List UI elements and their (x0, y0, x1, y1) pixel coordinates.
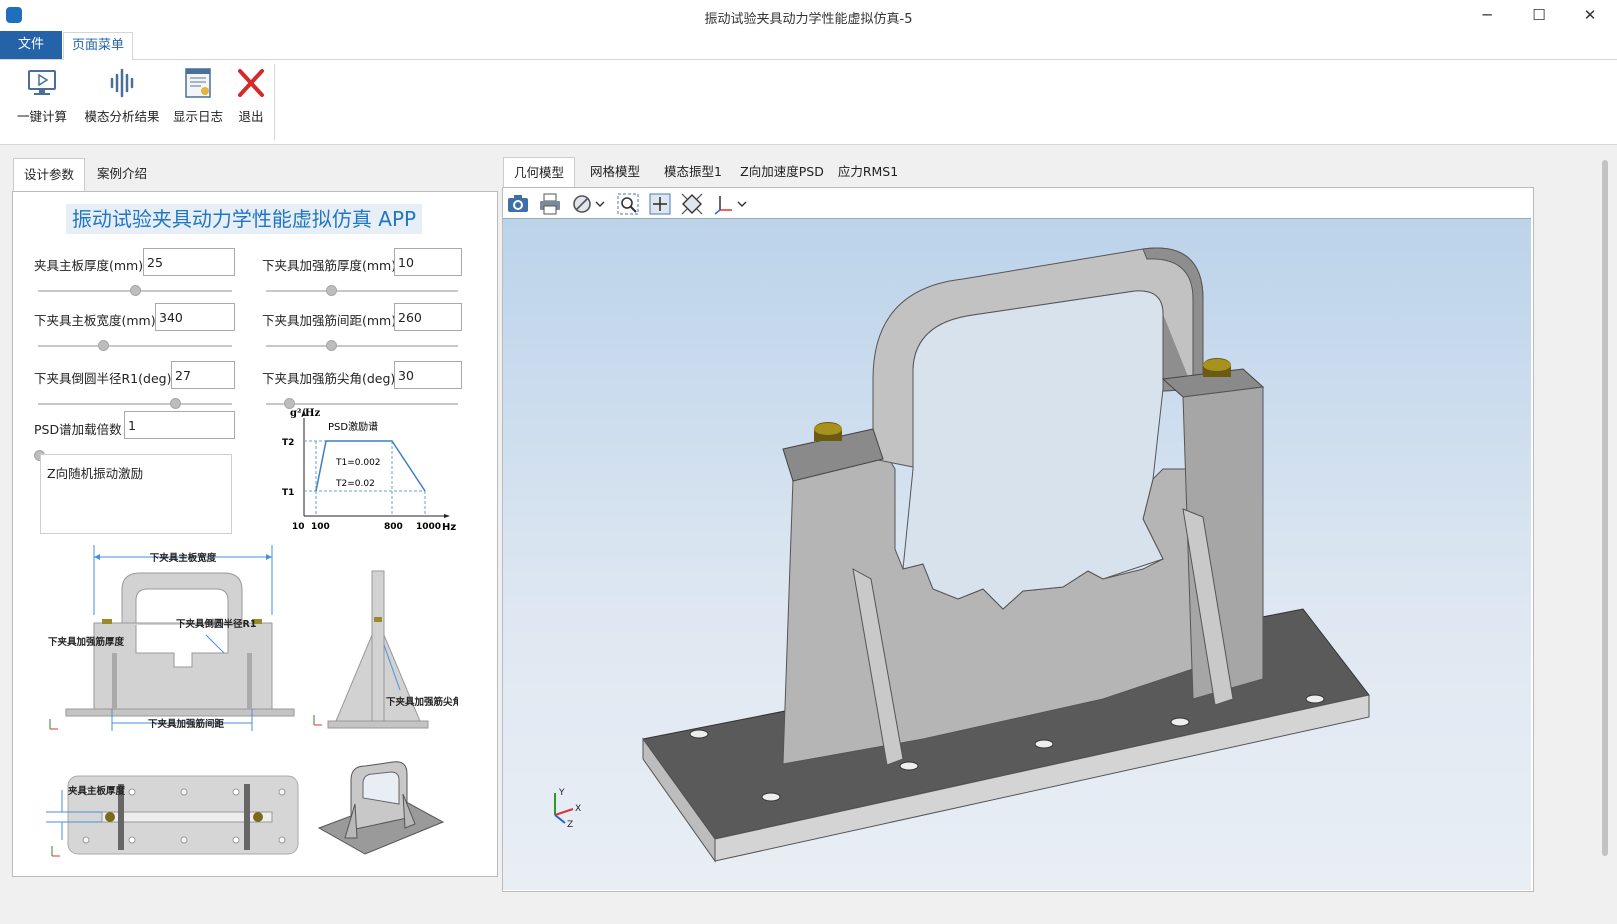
rib-spacing-label: 下夹具加强筋间距(mm) (262, 313, 397, 328)
psd-xtick-800: 800 (384, 522, 403, 532)
psd-ylabel: g²/Hz (290, 408, 320, 419)
slider-thumb[interactable] (326, 340, 337, 351)
psd-multiplier-input[interactable]: 1 (124, 411, 235, 439)
main-plate-width-input[interactable]: 340 (155, 303, 235, 331)
psd-multiplier-label: PSD谱加载倍数 (34, 422, 122, 437)
axis-triad-top-icon (51, 846, 60, 857)
slider-thumb[interactable] (130, 285, 141, 296)
excitation-text[interactable]: Z向随机振动激励 (40, 454, 232, 534)
psd-ytick-t1: T1 (282, 488, 294, 498)
left-bolt-icon (814, 422, 842, 441)
psd-note-t1: T1=0.002 (335, 458, 381, 468)
psd-spectrum-chart: g²/Hz PSD激励谱 T2 T1 T1=0.002 T2=0.02 10 1… (282, 408, 456, 533)
monitor-play-icon (25, 66, 59, 100)
tab-mode-shape-1[interactable]: 模态振型1 (652, 157, 734, 187)
tab-z-accel-psd[interactable]: Z向加速度PSD (732, 157, 832, 187)
axis-triad-icon (49, 719, 58, 730)
fillet-radius-slider[interactable] (38, 397, 232, 411)
close-button[interactable]: ✕ (1567, 0, 1613, 31)
main-plate-width-label: 下夹具主板宽度(mm) (34, 313, 156, 328)
fixture-3d-model (642, 247, 1370, 863)
modal-results-label: 模态分析结果 (84, 109, 160, 124)
zoom-box-icon[interactable] (616, 192, 640, 216)
menu-bar (0, 31, 1617, 60)
window-title: 振动试验夹具动力学性能虚拟仿真-5 (704, 12, 913, 27)
rib-thickness-input[interactable]: 10 (394, 248, 462, 276)
hide-dropdown-icon[interactable] (594, 192, 606, 216)
fit-view-icon[interactable] (680, 192, 704, 216)
rib-thickness-diagram-label: 下夹具加强筋厚度 (48, 636, 125, 648)
tab-page-menu[interactable]: 页面菜单 (63, 32, 133, 61)
camera-icon[interactable] (506, 192, 530, 216)
rib-spacing-diagram-label: 下夹具加强筋间距 (148, 718, 225, 730)
vertical-scrollbar[interactable] (1602, 160, 1608, 856)
plate-thickness-diagram-label: 夹具主板厚度 (67, 785, 126, 797)
psd-note-t2: T2=0.02 (335, 479, 375, 489)
rib-spacing-slider[interactable] (266, 339, 458, 353)
ribbon-separator (274, 64, 275, 140)
view-axis-triad: Y X Z (554, 788, 581, 829)
tab-geometry-model[interactable]: 几何模型 (503, 157, 575, 189)
main-plate-width-slider[interactable] (38, 339, 232, 353)
side-view-diagram: 下夹具加强筋尖角 (313, 570, 458, 729)
slider-thumb[interactable] (170, 398, 181, 409)
tab-file[interactable]: 文件 (0, 31, 62, 59)
psd-xtick-10: 10 (292, 522, 305, 532)
slider-thumb[interactable] (326, 285, 337, 296)
triad-z-label: Z (567, 820, 573, 829)
show-log-button[interactable]: 显示日志 (170, 66, 226, 125)
minimize-button[interactable]: ─ (1464, 0, 1510, 31)
tab-mesh-model[interactable]: 网格模型 (580, 157, 650, 187)
rib-angle-diagram-label: 下夹具加强筋尖角 (386, 696, 458, 708)
top-view-diagram: 夹具主板厚度 (46, 775, 299, 857)
zoom-extents-icon[interactable] (648, 192, 672, 216)
show-log-label: 显示日志 (172, 109, 223, 124)
one-click-compute-label: 一键计算 (16, 109, 67, 124)
app-title: 振动试验夹具动力学性能虚拟仿真 APP (66, 204, 422, 234)
psd-xunit: Hz (442, 522, 456, 533)
psd-ytick-t2: T2 (282, 438, 294, 448)
main-plate-thickness-slider[interactable] (38, 284, 232, 298)
axes-dropdown-icon[interactable] (736, 192, 748, 216)
3d-viewport[interactable]: Y X Z (503, 218, 1531, 890)
rib-tip-angle-label: 下夹具加强筋尖角(deg) (262, 371, 396, 386)
exit-label: 退出 (238, 109, 264, 124)
rib-spacing-input[interactable]: 260 (394, 303, 462, 331)
axes-orientation-icon[interactable] (712, 192, 736, 216)
triad-x-label: X (575, 804, 581, 814)
print-icon[interactable] (538, 192, 562, 216)
psd-xtick-1000: 1000 (416, 522, 441, 532)
slider-thumb[interactable] (98, 340, 109, 351)
tab-design-params[interactable]: 设计参数 (13, 158, 85, 192)
triad-y-label: Y (558, 788, 565, 798)
right-bolt-icon (1203, 358, 1231, 377)
exit-button[interactable]: 退出 (232, 66, 270, 125)
main-plate-thickness-input[interactable]: 25 (143, 248, 235, 276)
fillet-radius-label: 下夹具倒圆半径R1(deg) (34, 371, 172, 386)
fillet-diagram-label: 下夹具倒圆半径R1 (176, 618, 256, 630)
maximize-button[interactable]: ☐ (1516, 0, 1562, 31)
axis-triad-small-icon (313, 715, 322, 726)
rib-tip-angle-input[interactable]: 30 (394, 361, 462, 389)
front-view-diagram: 下夹具主板宽度 下夹具加强筋间距 下夹具加强筋厚度 下夹具倒圆半径R1 (48, 545, 295, 731)
tab-stress-rms1[interactable]: 应力RMS1 (832, 157, 904, 187)
psd-xtick-100: 100 (311, 522, 330, 532)
rib-thickness-slider[interactable] (266, 284, 458, 298)
psd-title: PSD激励谱 (328, 420, 378, 433)
plate-width-label: 下夹具主板宽度 (150, 552, 217, 564)
hide-icon[interactable] (570, 192, 594, 216)
main-plate-thickness-label: 夹具主板厚度(mm) (34, 258, 144, 273)
log-document-icon (181, 66, 215, 100)
one-click-compute-button[interactable]: 一键计算 (14, 66, 70, 125)
rib-thickness-label: 下夹具加强筋厚度(mm) (262, 258, 397, 273)
close-x-icon (234, 66, 268, 100)
tab-case-intro[interactable]: 案例介绍 (88, 158, 156, 190)
fillet-radius-input[interactable]: 27 (171, 361, 235, 389)
waveform-icon (105, 66, 139, 100)
iso-thumbnail (317, 761, 445, 855)
modal-results-button[interactable]: 模态分析结果 (82, 66, 162, 125)
